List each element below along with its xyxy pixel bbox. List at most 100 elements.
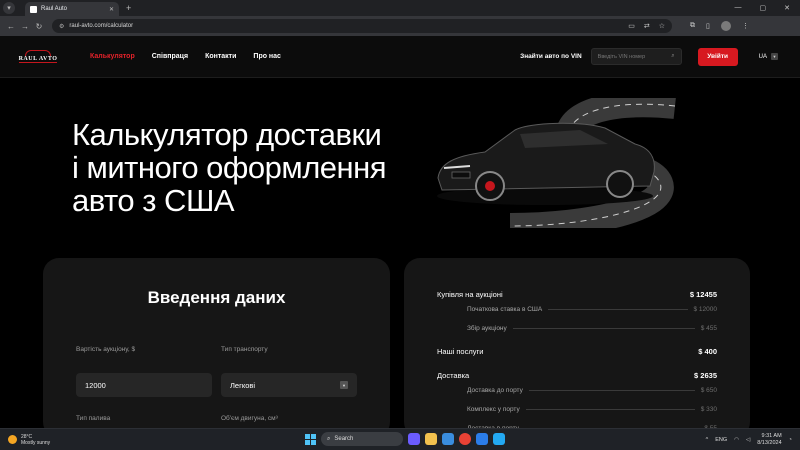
system-tray: ^ ENG ◠ ◁ 9:31 AM 8/13/2024 ◔: [706, 433, 792, 446]
port-complex-label: Комплекс у порту: [467, 406, 520, 413]
url-text: raul-avto.com/calculator: [69, 23, 134, 29]
weather-widget[interactable]: 28°C Mostly sunny: [8, 434, 50, 446]
hero-title: Калькулятор доставки і митного оформленн…: [72, 117, 387, 218]
tab-search-icon[interactable]: ▾: [3, 2, 15, 14]
purchase-row: Купівля на аукціоні $ 12455: [437, 290, 717, 299]
close-window-icon[interactable]: ✕: [784, 4, 790, 12]
services-value: $ 400: [698, 347, 717, 356]
port-complex-row: Комплекс у порту $ 330: [467, 406, 717, 413]
nav-calculator[interactable]: Калькулятор: [90, 53, 135, 60]
language-selector[interactable]: UA ▼: [759, 53, 778, 60]
reload-icon[interactable]: ↻: [32, 22, 46, 31]
window-controls: — ▢ ✕: [735, 4, 791, 12]
auction-fee-value: $ 455: [700, 325, 717, 332]
services-label: Наші послуги: [437, 347, 484, 356]
hero-title-line: авто з США: [72, 183, 235, 218]
fuel-type-label: Тип палива: [76, 415, 111, 422]
taskbar-search-label: Search: [334, 436, 354, 442]
notifications-icon[interactable]: ◔: [789, 437, 792, 443]
weather-text: Mostly sunny: [21, 439, 51, 446]
vehicle-type-value: Легкові: [230, 380, 256, 390]
volume-icon[interactable]: ◁: [746, 437, 750, 443]
task-view-icon[interactable]: [408, 433, 420, 445]
windows-start-icon[interactable]: [305, 433, 316, 445]
menu-dots-icon[interactable]: ⋮: [742, 22, 749, 30]
minimize-icon[interactable]: —: [735, 4, 742, 12]
hero-title-line: і митного оформлення: [72, 150, 387, 185]
site-logo[interactable]: RAUL AVTO: [18, 48, 58, 66]
photos-icon[interactable]: [442, 433, 454, 445]
chrome-icon[interactable]: [459, 433, 471, 445]
store-icon[interactable]: [476, 433, 488, 445]
extensions-icon[interactable]: ⧉: [690, 22, 695, 30]
auction-price-input[interactable]: 12000: [76, 373, 212, 397]
browser-toolbar: ← → ↻ ⚙ raul-avto.com/calculator ▭ ⇄ ☆ ⧉…: [0, 16, 800, 36]
taskbar-search[interactable]: ⌕ Search: [321, 432, 403, 446]
input-language[interactable]: ENG: [715, 437, 727, 443]
vscode-icon[interactable]: [493, 433, 505, 445]
site-info-icon[interactable]: ⚙: [59, 23, 64, 30]
new-tab-icon[interactable]: +: [126, 3, 131, 13]
to-port-label: Доставка до порту: [467, 387, 523, 394]
port-complex-value: $ 330: [700, 406, 717, 413]
auction-price-value: 12000: [85, 380, 106, 390]
clock[interactable]: 9:31 AM 8/13/2024: [757, 433, 781, 446]
engine-volume-label: Об'єм двигуна, см³: [221, 415, 278, 422]
nav-cooperation[interactable]: Співпраця: [152, 53, 188, 60]
delivery-value: $ 2635: [694, 371, 717, 380]
start-bid-label: Початкова ставка в США: [467, 306, 543, 313]
address-bar[interactable]: ⚙ raul-avto.com/calculator ▭ ⇄ ☆: [52, 19, 672, 33]
favicon-icon: [30, 5, 37, 13]
bookmark-star-icon[interactable]: ☆: [659, 22, 665, 30]
wifi-icon[interactable]: ◠: [734, 437, 739, 443]
services-row: Наші послуги $ 400: [437, 347, 717, 356]
maximize-icon[interactable]: ▢: [760, 4, 767, 12]
downloads-icon[interactable]: ▯: [706, 22, 710, 30]
close-tab-icon[interactable]: ✕: [109, 6, 114, 13]
car-image: [437, 122, 655, 205]
search-icon: ⌕: [327, 435, 331, 442]
nav-about[interactable]: Про нас: [253, 53, 281, 60]
divider: [528, 390, 695, 391]
login-button[interactable]: Увійти: [697, 47, 738, 66]
clock-date: 8/13/2024: [757, 439, 782, 446]
divider: [512, 328, 695, 329]
taskbar-apps: ⌕ Search: [305, 432, 505, 446]
vin-search-input[interactable]: Введіть VIN номер ⌕: [590, 48, 682, 65]
browser-tab[interactable]: Raul Auto ✕: [25, 2, 119, 16]
delivery-label: Доставка: [437, 371, 470, 380]
vehicle-type-label: Тип транспорту: [221, 346, 268, 353]
hero-title-line: Калькулятор доставки: [72, 117, 382, 152]
main-nav: Калькулятор Співпраця Контакти Про нас: [90, 53, 281, 60]
sun-icon: [8, 435, 17, 444]
purchase-label: Купівля на аукціоні: [437, 290, 503, 299]
to-port-row: Доставка до порту $ 650: [467, 387, 717, 394]
hero-section: Калькулятор доставки і митного оформленн…: [0, 78, 800, 258]
profile-avatar[interactable]: [720, 21, 731, 31]
summary-panel: Купівля на аукціоні $ 12455 Початкова ст…: [404, 258, 750, 438]
chevron-down-icon: ▼: [771, 53, 778, 60]
clock-time: 9:31 AM: [761, 433, 782, 439]
tab-title: Raul Auto: [41, 6, 68, 12]
vehicle-type-select[interactable]: Легкові ▼: [221, 373, 357, 397]
back-icon[interactable]: ←: [4, 22, 18, 31]
cast-icon[interactable]: ▭: [628, 22, 635, 30]
language-label: UA: [758, 53, 767, 60]
vin-placeholder: Введіть VIN номер: [597, 53, 646, 60]
start-bid-row: Початкова ставка в США $ 12000: [467, 306, 717, 313]
windows-taskbar: 28°C Mostly sunny ⌕ Search ^ ENG ◠ ◁ 9:3…: [0, 428, 800, 450]
delivery-row: Доставка $ 2635: [437, 371, 717, 380]
to-port-value: $ 650: [700, 387, 717, 394]
input-panel-heading: Введення даних: [147, 288, 286, 307]
auction-fee-row: Збір аукціону $ 455: [467, 325, 717, 332]
forward-icon[interactable]: →: [18, 22, 32, 31]
search-icon[interactable]: ⌕: [671, 53, 674, 60]
file-explorer-icon[interactable]: [425, 433, 437, 445]
nav-contacts[interactable]: Контакти: [205, 53, 236, 60]
divider: [525, 409, 695, 410]
auction-price-label: Вартість аукціону, $: [76, 346, 136, 353]
chevron-down-icon: ▼: [340, 381, 348, 389]
chevron-up-icon[interactable]: ^: [706, 437, 709, 443]
purchase-value: $ 12455: [689, 290, 717, 299]
translate-icon[interactable]: ⇄: [644, 22, 650, 30]
